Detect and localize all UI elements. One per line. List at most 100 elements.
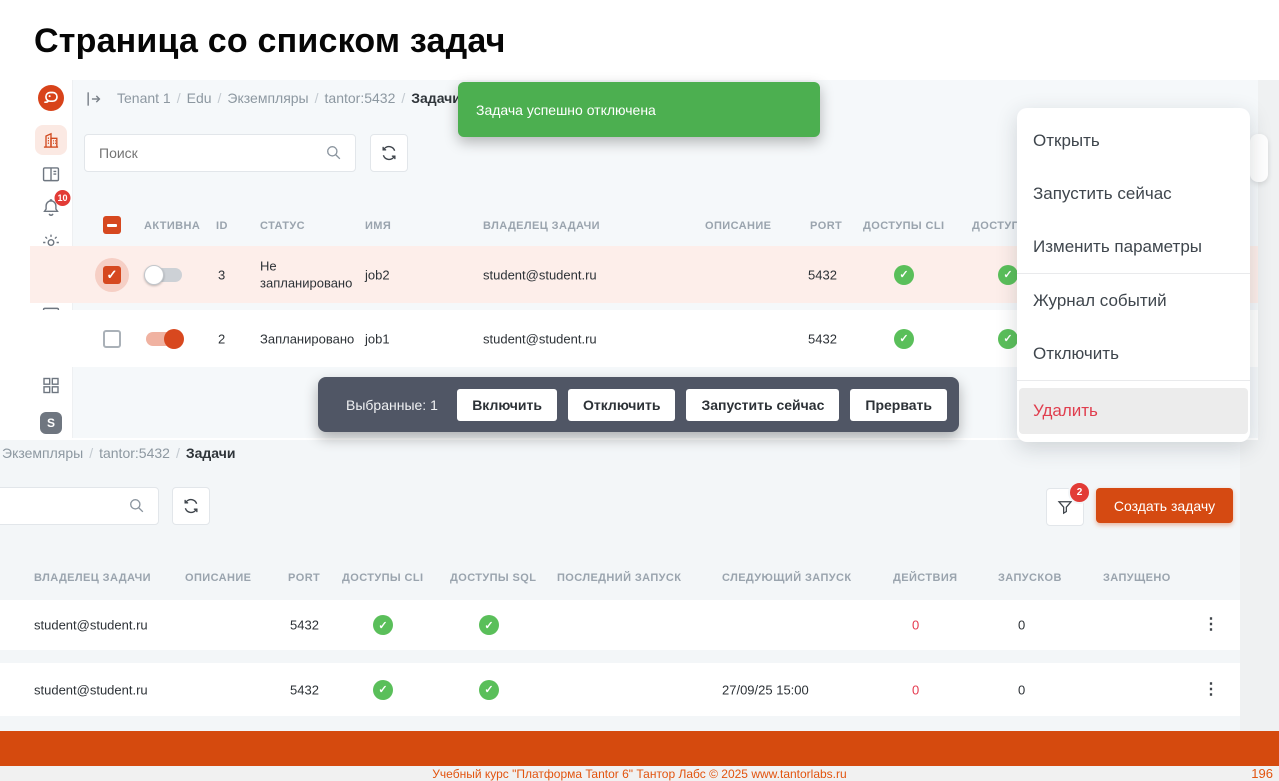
access-cli-granted-icon	[373, 680, 393, 700]
cell-owner: student@student.ru	[483, 267, 597, 282]
column-header[interactable]: СТАТУС	[260, 220, 305, 232]
selected-count-label: Выбранные: 1	[346, 397, 438, 413]
breadcrumb-link[interactable]: Экземпляры	[2, 445, 83, 461]
column-header[interactable]: СЛЕДУЮЩИЙ ЗАПУСК	[722, 572, 851, 584]
app-screenshot-tasks-list-2: Экземпляры/tantor:5432/Задачи 2 Создать …	[0, 440, 1240, 731]
table-row[interactable]: student@student.ru 5432 0 0	[0, 600, 1240, 650]
column-header[interactable]: ОПИСАНИЕ	[705, 220, 771, 232]
search-icon	[324, 143, 343, 162]
menu-divider	[1017, 380, 1250, 381]
column-header[interactable]: ID	[216, 220, 228, 232]
refresh-icon	[182, 497, 200, 515]
sidebar-collapse-button[interactable]	[84, 89, 104, 109]
column-header[interactable]: ДОСТУПЫ SQL	[450, 572, 536, 584]
cell-port: 5432	[808, 267, 837, 282]
cell-port: 5432	[290, 618, 319, 633]
abort-button[interactable]: Прервать	[850, 389, 947, 421]
cell-runs-count: 0	[1018, 618, 1025, 633]
row-menu-button[interactable]	[1203, 617, 1219, 633]
footer-strip: Учебный курс "Платформа Tantor 6" Тантор…	[0, 766, 1279, 781]
page-number: 196	[1251, 766, 1273, 781]
page-title: Страница со списком задач	[34, 22, 506, 61]
column-header[interactable]: ИМЯ	[365, 220, 391, 232]
sidebar-item-instances[interactable]	[35, 125, 67, 155]
toast-success: Задача успешно отключена	[458, 82, 820, 137]
search-field	[0, 487, 159, 525]
column-header[interactable]: ПОСЛЕДНИЙ ЗАПУСК	[557, 572, 681, 584]
cell-port: 5432	[808, 331, 837, 346]
table-row[interactable]: student@student.ru 5432 27/09/25 15:00 0…	[0, 663, 1240, 716]
cell-name: job2	[365, 267, 390, 282]
book-icon	[41, 164, 62, 185]
column-header[interactable]: ЗАПУЩЕНО	[1103, 572, 1171, 584]
cell-actions-count: 0	[912, 682, 919, 697]
access-sql-granted-icon	[998, 265, 1018, 285]
toast-message: Задача успешно отключена	[476, 102, 656, 118]
breadcrumb-link[interactable]: tantor:5432	[99, 445, 170, 461]
cell-owner: student@student.ru	[483, 331, 597, 346]
footer-brand-bar: tantor	[0, 731, 1279, 766]
refresh-button[interactable]	[172, 487, 210, 525]
create-task-button[interactable]: Создать задачу	[1096, 488, 1233, 523]
menu-item-edit-parameters[interactable]: Изменить параметры	[1017, 220, 1250, 273]
row-context-menu: Открыть Запустить сейчас Изменить параме…	[1017, 108, 1250, 442]
menu-item-event-log[interactable]: Журнал событий	[1017, 274, 1250, 327]
column-header[interactable]: PORT	[810, 220, 842, 232]
cell-runs-count: 0	[1018, 682, 1025, 697]
cell-actions-count: 0	[912, 618, 919, 633]
menu-item-disable[interactable]: Отключить	[1017, 327, 1250, 380]
column-header[interactable]: PORT	[288, 572, 320, 584]
active-toggle[interactable]	[146, 268, 182, 282]
access-cli-granted-icon	[373, 615, 393, 635]
enable-button[interactable]: Включить	[457, 389, 557, 421]
breadcrumb-link[interactable]: Edu	[187, 90, 212, 106]
disable-button[interactable]: Отключить	[568, 389, 675, 421]
active-toggle[interactable]	[146, 332, 182, 346]
notifications-badge: 10	[55, 190, 71, 206]
row-checkbox[interactable]	[103, 266, 121, 284]
row-menu-button[interactable]	[1203, 682, 1219, 698]
column-header[interactable]: ОПИСАНИЕ	[185, 572, 251, 584]
cell-id: 2	[218, 331, 225, 346]
menu-item-delete[interactable]: Удалить	[1019, 388, 1248, 434]
refresh-button[interactable]	[370, 134, 408, 172]
slide: Страница со списком задач	[0, 0, 1279, 781]
column-header[interactable]: ДОСТУПЫ CLI	[342, 572, 423, 584]
column-header[interactable]: ДЕЙСТВИЯ	[893, 572, 957, 584]
column-header[interactable]: АКТИВНА	[144, 220, 200, 232]
column-header[interactable]: ЗАПУСКОВ	[998, 572, 1062, 584]
cell-status: Запланировано	[260, 331, 354, 346]
filter-button[interactable]: 2	[1046, 488, 1084, 526]
sidebar-item-apps[interactable]	[41, 375, 62, 396]
access-sql-granted-icon	[998, 329, 1018, 349]
filter-count-badge: 2	[1068, 481, 1091, 504]
tantor-logo-icon[interactable]	[38, 85, 64, 111]
breadcrumb-link[interactable]: tantor:5432	[325, 90, 396, 106]
collapse-panel-icon	[84, 89, 104, 109]
column-header[interactable]: ВЛАДЕЛЕЦ ЗАДАЧИ	[483, 220, 600, 232]
selection-action-bar: Выбранные: 1 Включить Отключить Запустит…	[318, 377, 959, 432]
search-icon	[127, 496, 146, 515]
refresh-icon	[380, 144, 398, 162]
cell-owner: student@student.ru	[34, 682, 148, 697]
breadcrumb-link[interactable]: Tenant 1	[117, 90, 171, 106]
column-header[interactable]: ВЛАДЕЛЕЦ ЗАДАЧИ	[34, 572, 151, 584]
menu-item-open[interactable]: Открыть	[1017, 114, 1250, 167]
access-sql-granted-icon	[479, 680, 499, 700]
row-checkbox[interactable]	[103, 330, 121, 348]
select-all-checkbox[interactable]	[103, 216, 121, 234]
cutoff-toolbar-edge	[1250, 134, 1268, 182]
access-cli-granted-icon	[894, 329, 914, 349]
run-now-button[interactable]: Запустить сейчас	[686, 389, 839, 421]
search-input[interactable]	[85, 135, 355, 171]
footer-course-text: Учебный курс "Платформа Tantor 6" Тантор…	[0, 767, 1279, 781]
user-avatar[interactable]: S	[40, 412, 62, 434]
building-icon	[41, 130, 61, 150]
access-cli-granted-icon	[894, 265, 914, 285]
breadcrumb-link[interactable]: Экземпляры	[227, 90, 308, 106]
sidebar-item-docs[interactable]	[41, 164, 62, 185]
table-header-row: ВЛАДЕЛЕЦ ЗАДАЧИ ОПИСАНИЕ PORT ДОСТУПЫ CL…	[0, 565, 1240, 595]
menu-item-run-now[interactable]: Запустить сейчас	[1017, 167, 1250, 220]
column-header[interactable]: ДОСТУПЫ CLI	[863, 220, 944, 232]
breadcrumb-current: Задачи	[186, 445, 236, 461]
